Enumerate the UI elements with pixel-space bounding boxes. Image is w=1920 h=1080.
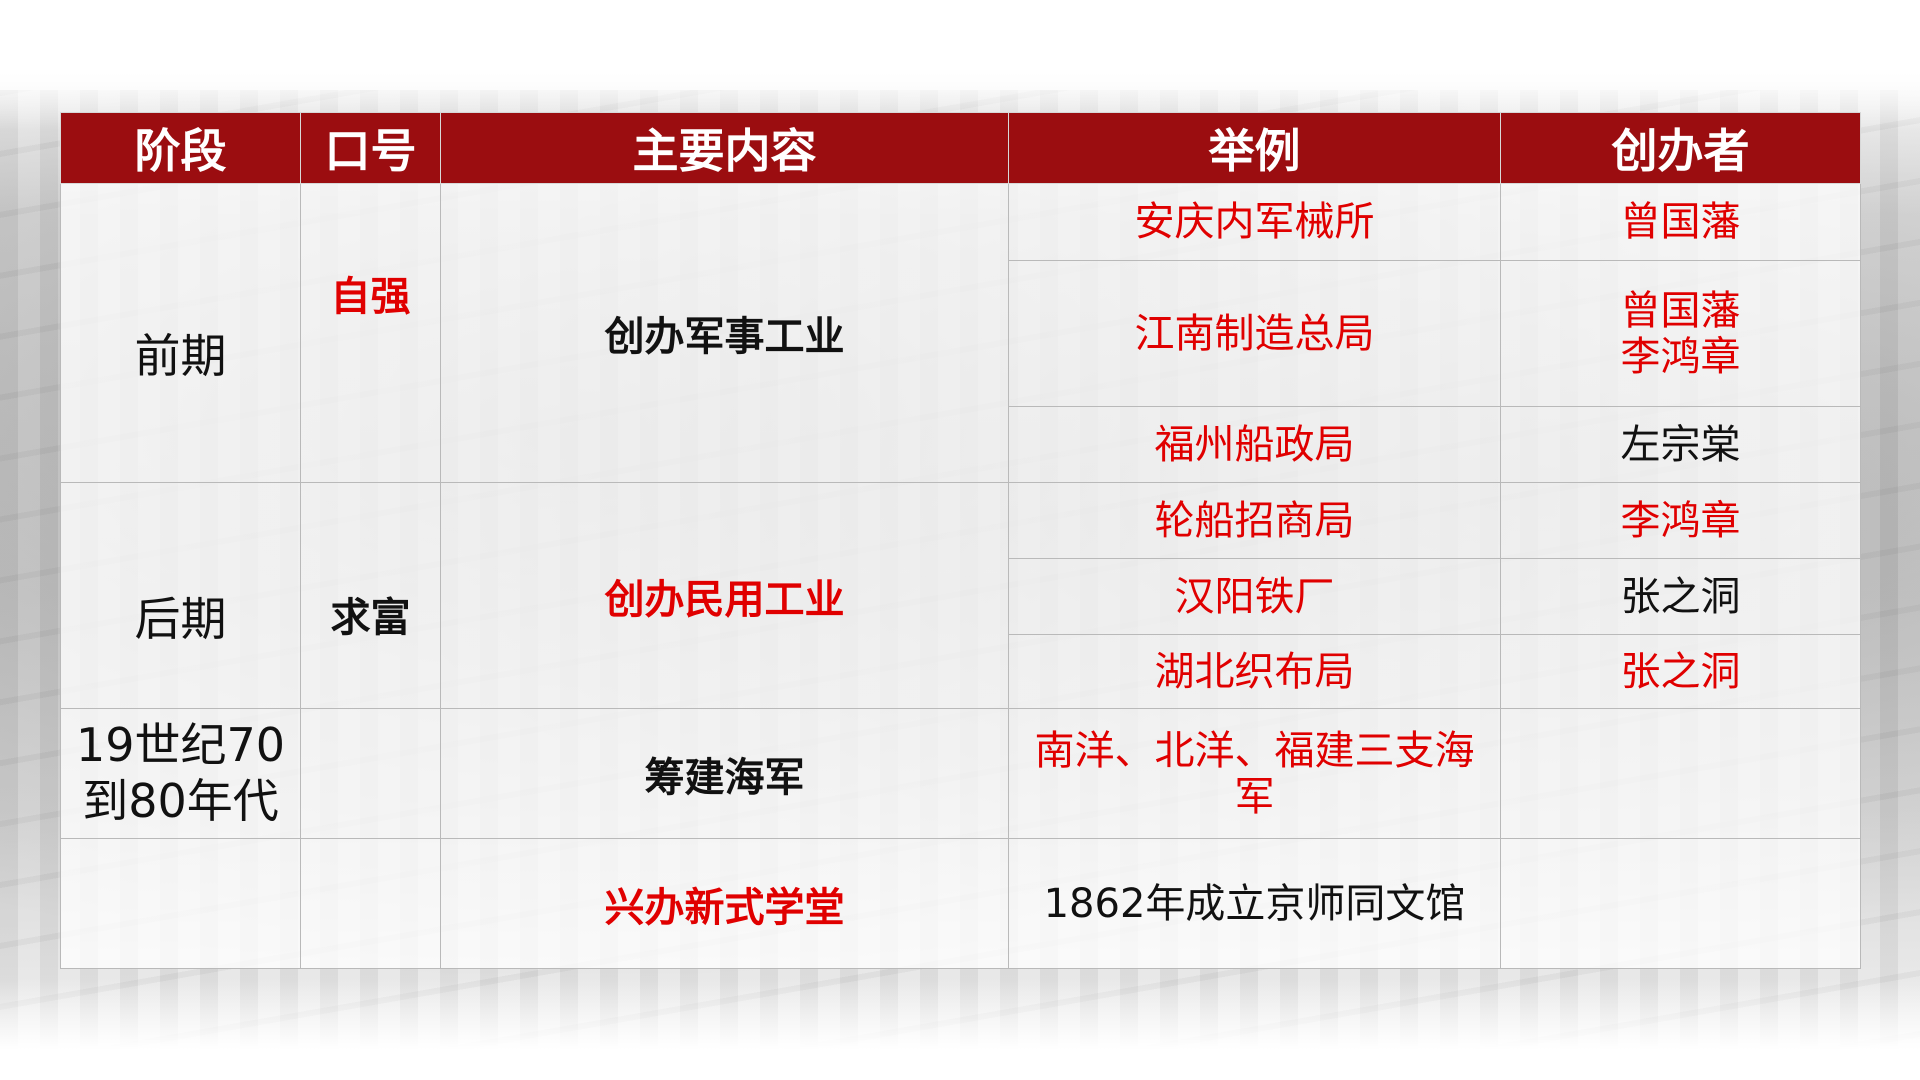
school-founder-cell (1500, 838, 1861, 969)
background-fade-top (0, 0, 1920, 130)
late-slogan: 求富 (330, 594, 411, 641)
header-founder: 创办者 (1500, 112, 1861, 184)
school-example: 1862年成立京师同文馆 (1008, 838, 1501, 969)
late-example-2: 汉阳铁厂 (1008, 558, 1501, 635)
late-founder-2: 张之洞 (1500, 558, 1861, 635)
table-row: 后期 求富 创办民用工业 轮船招商局 李鸿章 (60, 482, 1861, 709)
navy-example: 南洋、北洋、福建三支海军 (1008, 708, 1501, 839)
school-stage-cell (60, 838, 301, 969)
early-founder-1: 曾国藩 (1500, 183, 1861, 261)
navy-content: 筹建海军 (440, 708, 1009, 839)
late-example-3: 湖北织布局 (1008, 634, 1501, 709)
header-slogan: 口号 (300, 112, 441, 184)
table-row: 19世纪70 到80年代 筹建海军 南洋、北洋、福建三支海军 (60, 708, 1861, 839)
early-founder-2-line2: 李鸿章 (1620, 333, 1741, 380)
table-header-row: 阶段 口号 主要内容 举例 创办者 (60, 112, 1861, 184)
early-stage: 前期 (134, 329, 227, 383)
early-stage-cell: 前期 (60, 183, 301, 483)
late-content: 创办民用工业 (440, 482, 1009, 709)
navy-slogan-cell (300, 708, 441, 839)
header-content: 主要内容 (440, 112, 1009, 184)
header-stage: 阶段 (60, 112, 301, 184)
early-founder-2-cell: 曾国藩 李鸿章 (1500, 260, 1861, 407)
early-founder-3: 左宗棠 (1500, 406, 1861, 483)
late-founder-3: 张之洞 (1500, 634, 1861, 709)
early-example-3: 福州船政局 (1008, 406, 1501, 483)
school-content: 兴办新式学堂 (440, 838, 1009, 969)
early-slogan-cell: 自强 (300, 183, 441, 483)
late-slogan-cell: 求富 (300, 482, 441, 709)
early-founder-2-line1: 曾国藩 (1620, 287, 1741, 334)
early-example-1: 安庆内军械所 (1008, 183, 1501, 261)
late-founder-1: 李鸿章 (1500, 482, 1861, 559)
table-row: 兴办新式学堂 1862年成立京师同文馆 (60, 838, 1861, 969)
navy-stage-line1: 19世纪70 (75, 718, 286, 773)
late-stage-cell: 后期 (60, 482, 301, 709)
navy-stage-line2: 到80年代 (82, 773, 279, 828)
westernization-movement-table: 阶段 口号 主要内容 举例 创办者 前期 自强 创办军事工业 安庆内军械所 曾国… (60, 112, 1861, 969)
navy-stage-cell: 19世纪70 到80年代 (60, 708, 301, 839)
late-stage: 后期 (134, 591, 227, 646)
early-content: 创办军事工业 (440, 183, 1009, 483)
school-slogan-cell (300, 838, 441, 969)
navy-founder-cell (1500, 708, 1861, 839)
table-row: 前期 自强 创办军事工业 安庆内军械所 曾国藩 (60, 183, 1861, 483)
early-example-2: 江南制造总局 (1008, 260, 1501, 407)
late-example-1: 轮船招商局 (1008, 482, 1501, 559)
early-slogan: 自强 (330, 274, 411, 320)
header-example: 举例 (1008, 112, 1501, 184)
background-fade-bottom (0, 980, 1920, 1080)
